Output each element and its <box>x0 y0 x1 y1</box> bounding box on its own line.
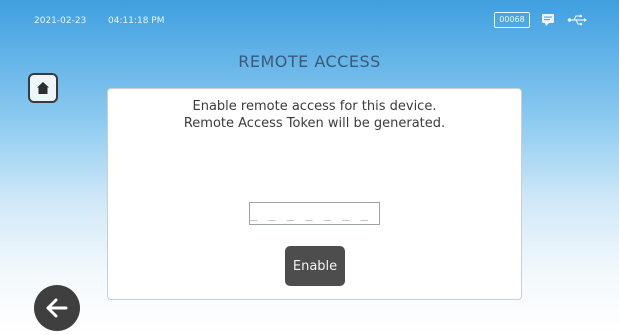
home-icon <box>37 82 49 94</box>
home-button[interactable] <box>28 73 58 103</box>
remote-access-token-field[interactable] <box>249 202 380 225</box>
back-button[interactable] <box>34 285 80 331</box>
page-title: REMOTE ACCESS <box>238 52 381 71</box>
status-date: 2021-02-23 <box>34 16 87 26</box>
status-counter: 00068 <box>494 12 530 28</box>
remote-access-screen: 2021-02-23 04:11:18 PM 00068 REMOTE ACCE… <box>0 0 619 335</box>
enable-button[interactable]: Enable <box>285 246 345 286</box>
status-bar: 2021-02-23 04:11:18 PM 00068 <box>0 0 619 44</box>
back-arrow-icon <box>46 298 68 318</box>
dialog-message-line-1: Enable remote access for this device. <box>192 99 437 114</box>
remote-access-dialog: Enable remote access for this device. Re… <box>107 88 522 300</box>
status-time: 04:11:18 PM <box>108 16 165 26</box>
message-icon <box>541 12 555 31</box>
usb-icon <box>567 12 587 31</box>
dialog-message-line-2: Remote Access Token will be generated. <box>183 116 446 131</box>
